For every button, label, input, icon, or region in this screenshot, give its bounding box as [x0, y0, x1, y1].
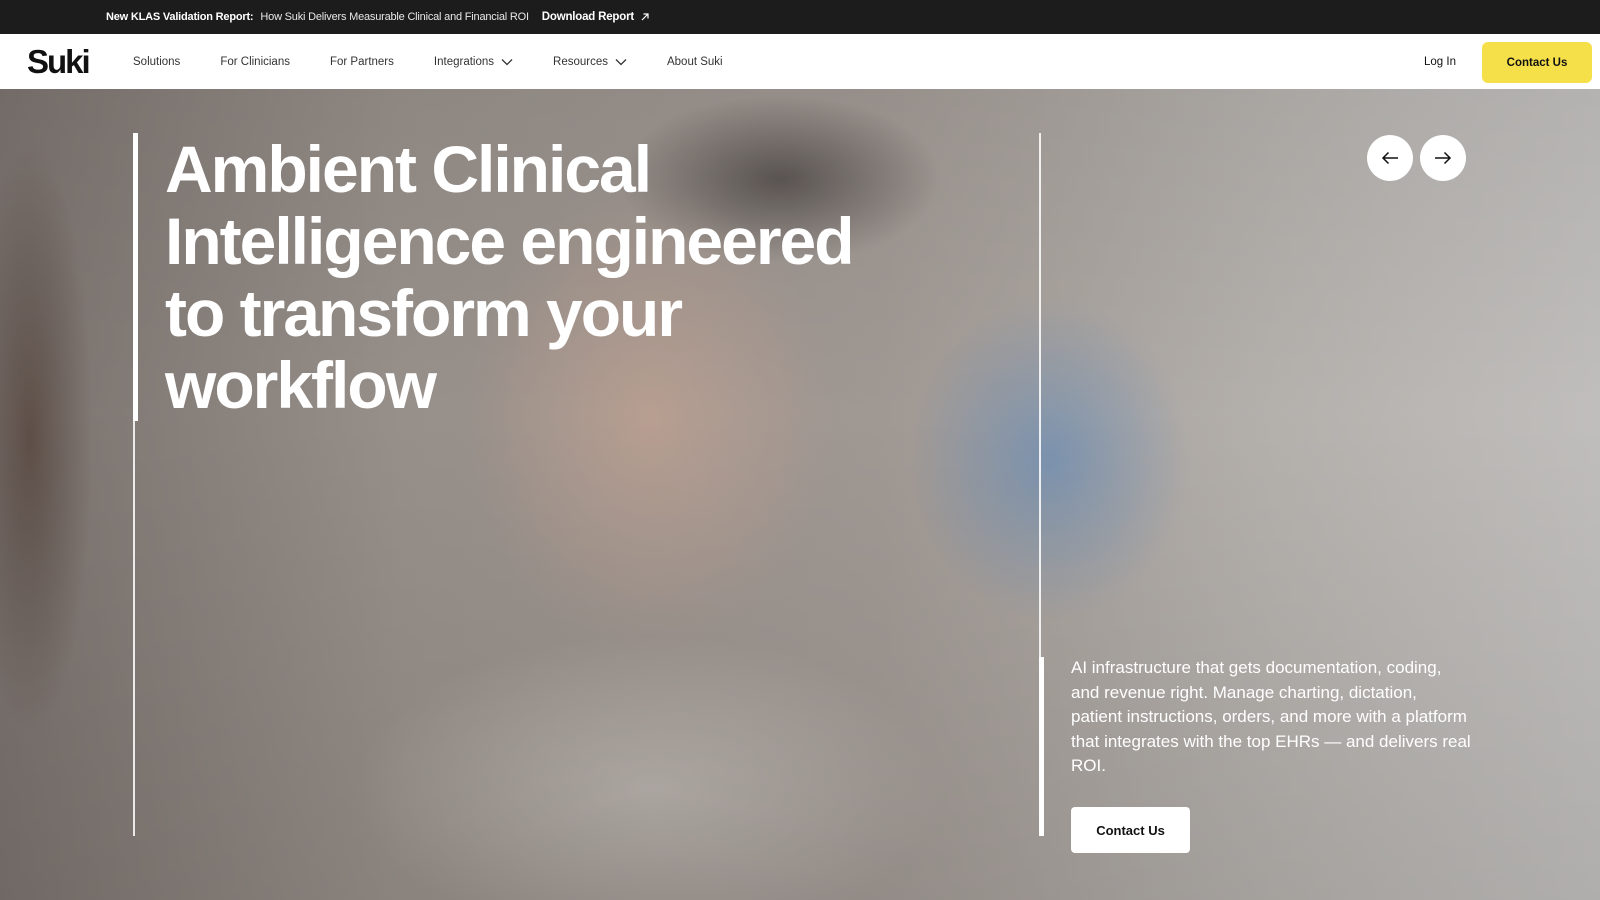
announcement-lead: New KLAS Validation Report:: [106, 11, 254, 23]
carousel-prev-button[interactable]: [1367, 135, 1413, 181]
hero-section: Ambient Clinical Intelligence engineered…: [0, 89, 1600, 900]
chevron-down-icon: [501, 58, 513, 65]
hero-headline: Ambient Clinical Intelligence engineered…: [165, 132, 855, 422]
nav-item-resources[interactable]: Resources: [553, 56, 627, 68]
nav-item-label: Resources: [553, 55, 608, 68]
main-nav: Suki Solutions For Clinicians For Partne…: [0, 34, 1600, 89]
announcement-bar: New KLAS Validation Report: How Suki Del…: [0, 0, 1600, 34]
contact-us-button[interactable]: Contact Us: [1482, 42, 1592, 83]
nav-menu: Solutions For Clinicians For Partners In…: [133, 34, 763, 89]
download-report-link[interactable]: Download Report: [542, 11, 650, 23]
announcement-text: How Suki Delivers Measurable Clinical an…: [260, 11, 529, 23]
carousel-next-button[interactable]: [1420, 135, 1466, 181]
nav-item-for-partners[interactable]: For Partners: [330, 56, 394, 68]
nav-item-solutions[interactable]: Solutions: [133, 56, 180, 68]
login-link[interactable]: Log In: [1424, 34, 1456, 89]
hero-description: AI infrastructure that gets documentatio…: [1071, 658, 1471, 775]
nav-item-integrations[interactable]: Integrations: [434, 56, 513, 68]
suki-logo[interactable]: Suki: [27, 43, 91, 81]
nav-item-for-clinicians[interactable]: For Clinicians: [220, 56, 290, 68]
nav-item-label: For Partners: [329, 55, 394, 68]
nav-item-label: Solutions: [133, 55, 181, 68]
download-report-label: Download Report: [541, 11, 634, 23]
nav-item-about-suki[interactable]: About Suki: [667, 56, 723, 68]
arrow-right-icon: [1435, 151, 1452, 165]
nav-item-label: About Suki: [666, 55, 723, 68]
arrow-up-right-icon: [641, 13, 649, 21]
hero-contact-us-button[interactable]: Contact Us: [1071, 807, 1190, 853]
arrow-left-icon: [1381, 151, 1398, 165]
nav-item-label: For Clinicians: [220, 55, 290, 68]
nav-item-label: Integrations: [433, 55, 495, 68]
headline-accent-bar: [133, 133, 138, 421]
description-accent-bar: [1039, 657, 1044, 836]
chevron-down-icon: [615, 58, 627, 65]
